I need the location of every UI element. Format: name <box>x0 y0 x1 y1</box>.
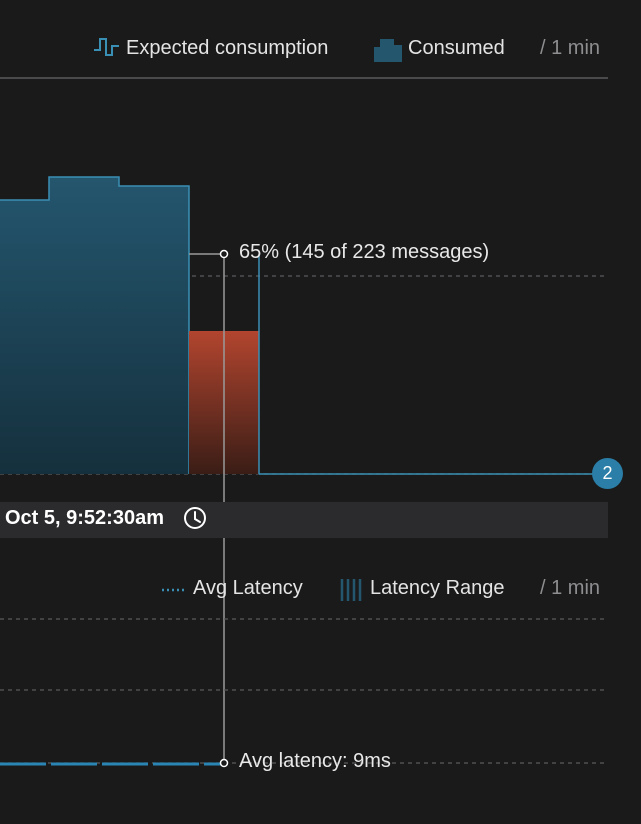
legend-consumed-label[interactable]: Consumed <box>408 37 505 60</box>
crosshair-marker-latency <box>219 758 229 768</box>
latency-legend-interval: / 1 min <box>540 577 601 599</box>
legend-interval: / 1 min <box>540 37 601 59</box>
striped-bar-icon <box>340 579 362 601</box>
step-area-icon <box>374 39 402 62</box>
legend-latency-range-label[interactable]: Latency Range <box>370 577 505 600</box>
timestamp-label: Oct 5, 9:52:30am <box>5 507 164 529</box>
charts-canvas <box>0 38 608 768</box>
step-line-icon <box>94 38 119 56</box>
consumed-area[interactable] <box>0 177 189 474</box>
legend-expected-label[interactable]: Expected consumption <box>126 37 328 60</box>
event-count-badge[interactable]: 2 <box>592 458 623 489</box>
expected-consumption-line-tail <box>258 254 600 475</box>
consumption-tooltip: 65% (145 of 223 messages) <box>239 241 490 263</box>
crosshair-marker-consumption <box>219 249 229 259</box>
legend-avg-latency-label[interactable]: Avg Latency <box>193 577 303 600</box>
latency-tooltip: Avg latency: 9ms <box>239 750 391 772</box>
